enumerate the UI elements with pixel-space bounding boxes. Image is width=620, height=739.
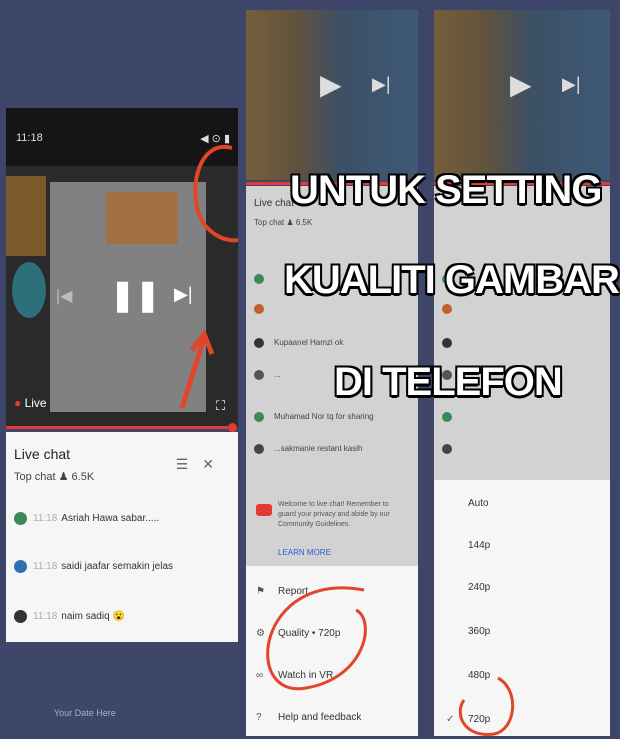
left-screenshot-panel: 11:18 ◀ ⊙ ▮ ⌄ + ⋮ ❚❚ ▶| |◀ ⛶ ● Live Live… <box>6 8 238 736</box>
annotation-circle <box>266 586 367 691</box>
annotation-circle <box>458 676 514 736</box>
annotation-marks <box>179 144 238 409</box>
right-screenshot-panel: ▶ ▶| Auto 144p 240p 360p 480p ✓ 720p <box>434 10 610 736</box>
middle-screenshot-panel: ▶ ▶| Live chat Top chat ♟ 6.5K Kupaanel … <box>246 10 418 736</box>
